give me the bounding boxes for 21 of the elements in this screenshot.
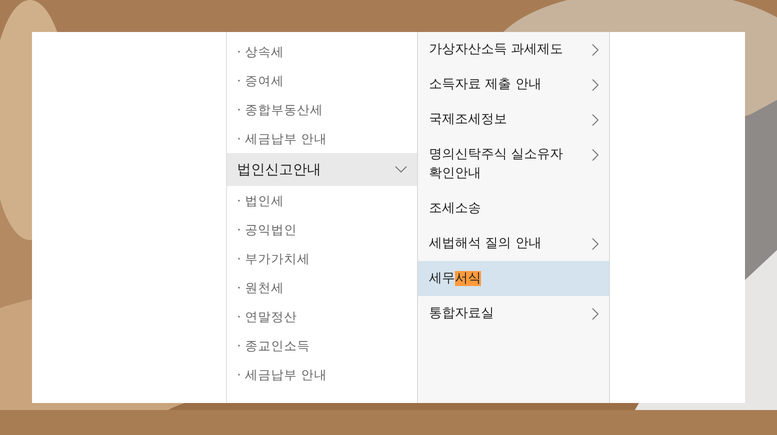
submenu-link[interactable]: · 부가가치세	[227, 244, 417, 273]
menu-item[interactable]: 통합자료실	[418, 296, 609, 331]
submenu-link[interactable]: · 원천세	[227, 273, 417, 302]
submenu-link[interactable]: · 증여세	[227, 66, 417, 95]
menu-item[interactable]: 국제조세정보	[418, 102, 609, 137]
submenu-link[interactable]: · 법인세	[227, 186, 417, 215]
menu-item[interactable]: 소득자료 제출 안내	[418, 67, 609, 102]
menu-item[interactable]: 가상자산소득 과세제도	[418, 32, 609, 67]
section-label: 법인신고안내	[237, 160, 321, 178]
submenu-link[interactable]: · 공익법인	[227, 215, 417, 244]
submenu-link[interactable]: · 세금납부 안내	[227, 124, 417, 153]
submenu-link[interactable]: · 종교인소득	[227, 331, 417, 360]
menu-section-header[interactable]: 법인신고안내	[227, 153, 417, 186]
menu-item[interactable]: 세법해석 질의 안내	[418, 226, 609, 261]
menu-item[interactable]: 명의신탁주식 실소유자 확인안내	[418, 137, 609, 191]
submenu-link[interactable]: · 상속세	[227, 37, 417, 66]
submenu-link[interactable]: · 종합부동산세	[227, 95, 417, 124]
menu-item[interactable]: 조세소송	[418, 191, 609, 226]
submenu-link[interactable]: · 연말정산	[227, 302, 417, 331]
menu-item[interactable]: 세무서식	[418, 261, 609, 296]
submenu-link[interactable]: · 세금납부 안내	[227, 360, 417, 389]
